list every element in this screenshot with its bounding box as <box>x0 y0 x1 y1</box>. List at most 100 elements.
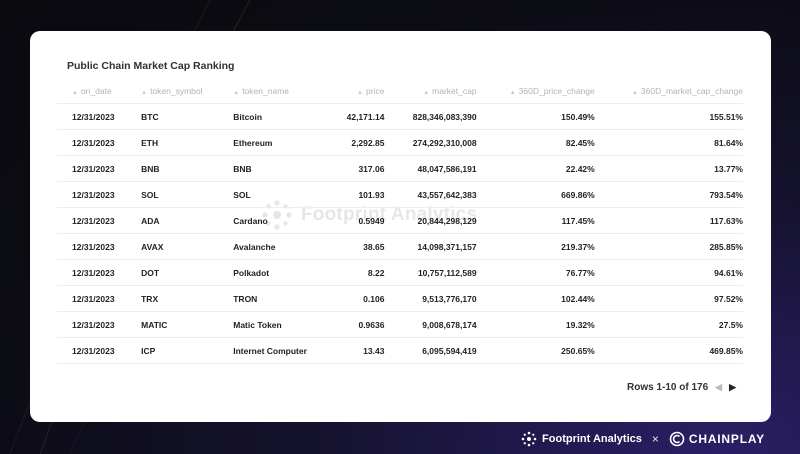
cell-price: 38.65 <box>307 233 385 260</box>
cell-market-cap: 43,557,642,383 <box>384 181 477 208</box>
table-row: 12/31/2023 SOL SOL 101.93 43,557,642,383… <box>57 181 743 208</box>
cell-token-name: Ethereum <box>233 129 308 156</box>
cell-on-date: 12/31/2023 <box>57 103 142 130</box>
cell-market-cap-change: 155.51% <box>594 103 743 130</box>
table-header-row: ▲ on_date ▲ token_symbol ▲ token_name ▲ pric… <box>57 78 743 104</box>
cell-market-cap: 6,095,594,419 <box>384 337 477 364</box>
cell-token-symbol: TRX <box>141 285 234 312</box>
cell-price-change: 102.44% <box>476 285 595 312</box>
cell-token-name: Cardano <box>233 207 308 234</box>
table-row: 12/31/2023 TRX TRON 0.106 9,513,776,170 … <box>57 285 743 312</box>
cell-token-symbol: BNB <box>141 155 234 182</box>
cell-on-date: 12/31/2023 <box>57 181 142 208</box>
cell-price: 0.9636 <box>307 311 385 338</box>
table-row: 12/31/2023 DOT Polkadot 8.22 10,757,112,… <box>57 259 743 286</box>
pagination: Rows 1-10 of 176 ◀ ▶ <box>627 382 736 393</box>
cell-price: 101.93 <box>307 181 385 208</box>
cell-token-symbol: BTC <box>141 103 234 130</box>
table-row: 12/31/2023 ICP Internet Computer 13.43 6… <box>57 337 743 364</box>
cell-market-cap-change: 469.85% <box>594 337 743 364</box>
column-header-360d-market-cap-change[interactable]: ▲ 360D_market_cap_change <box>595 78 743 104</box>
cell-on-date: 12/31/2023 <box>57 207 142 234</box>
table-row: 12/31/2023 ETH Ethereum 2,292.85 274,292… <box>57 129 743 156</box>
cell-token-name: BNB <box>233 155 308 182</box>
cell-price: 0.5949 <box>307 207 385 234</box>
cell-price: 42,171.14 <box>307 103 385 130</box>
cell-token-name: Bitcoin <box>233 103 308 130</box>
sort-icon: ▲ <box>72 89 78 96</box>
sort-icon: ▲ <box>423 89 430 96</box>
cell-market-cap: 10,757,112,589 <box>384 259 477 286</box>
cell-market-cap-change: 13.77% <box>594 155 743 182</box>
column-header-token-symbol[interactable]: ▲ token_symbol <box>141 78 233 104</box>
chainplay-brand-text: CHAINPLAY <box>688 432 765 446</box>
cell-token-symbol: ICP <box>141 337 234 364</box>
column-header-market-cap[interactable]: ▲ market_cap <box>384 78 476 104</box>
cell-on-date: 12/31/2023 <box>57 311 142 338</box>
footprint-brand: Footprint Analytics <box>520 430 642 448</box>
cell-token-name: Avalanche <box>233 233 308 260</box>
cell-market-cap-change: 97.52% <box>594 285 743 312</box>
card-title: Public Chain Market Cap Ranking <box>67 60 235 72</box>
column-header-price[interactable]: ▲ price <box>307 78 384 104</box>
cell-market-cap: 14,098,371,157 <box>384 233 477 260</box>
cell-price-change: 19.32% <box>476 311 595 338</box>
table-row: 12/31/2023 AVAX Avalanche 38.65 14,098,3… <box>57 233 743 260</box>
cell-price: 0.106 <box>307 285 385 312</box>
results-card: Public Chain Market Cap Ranking Footprin… <box>30 31 771 422</box>
table-row: 12/31/2023 BTC Bitcoin 42,171.14 828,346… <box>57 103 743 130</box>
cell-price-change: 669.86% <box>476 181 595 208</box>
footprint-logo-icon <box>521 431 537 447</box>
cell-market-cap-change: 94.61% <box>594 259 743 286</box>
column-header-on-date[interactable]: ▲ on_date <box>57 78 141 104</box>
cell-token-symbol: ETH <box>141 129 234 156</box>
results-table: ▲ on_date ▲ token_symbol ▲ token_name ▲ pric… <box>57 78 743 364</box>
cell-market-cap-change: 117.63% <box>594 207 743 234</box>
cell-market-cap: 20,844,298,129 <box>384 207 477 234</box>
column-header-token-name[interactable]: ▲ token_name <box>233 78 307 104</box>
column-header-360d-price-change[interactable]: ▲ 360D_price_change <box>477 78 595 104</box>
cell-token-symbol: AVAX <box>141 233 234 260</box>
cell-token-symbol: ADA <box>141 207 234 234</box>
cell-market-cap: 274,292,310,008 <box>384 129 477 156</box>
cell-price: 13.43 <box>307 337 385 364</box>
table-row: 12/31/2023 ADA Cardano 0.5949 20,844,298… <box>57 207 743 234</box>
sort-icon: ▲ <box>509 89 516 96</box>
footer-branding: Footprint Analytics × CHAINPLAY <box>520 430 765 448</box>
cell-on-date: 12/31/2023 <box>57 155 142 182</box>
cell-price: 317.06 <box>307 155 385 182</box>
cell-market-cap-change: 793.54% <box>594 181 743 208</box>
cell-on-date: 12/31/2023 <box>57 285 142 312</box>
cell-token-name: Matic Token <box>233 311 308 338</box>
cell-on-date: 12/31/2023 <box>57 233 142 260</box>
table-row: 12/31/2023 MATIC Matic Token 0.9636 9,00… <box>57 311 743 338</box>
chevron-left-icon[interactable]: ◀ <box>715 382 722 393</box>
cell-market-cap-change: 27.5% <box>594 311 743 338</box>
cell-market-cap-change: 285.85% <box>594 233 743 260</box>
cell-price-change: 82.45% <box>476 129 595 156</box>
cell-market-cap: 828,346,083,390 <box>384 103 477 130</box>
cell-token-symbol: DOT <box>141 259 234 286</box>
table-row: 12/31/2023 BNB BNB 317.06 48,047,586,191… <box>57 155 743 182</box>
sort-icon: ▲ <box>357 89 363 96</box>
cell-price-change: 219.37% <box>476 233 595 260</box>
cell-token-symbol: MATIC <box>141 311 234 338</box>
cell-token-name: TRON <box>233 285 308 312</box>
chevron-right-icon[interactable]: ▶ <box>729 382 736 393</box>
cell-token-name: Polkadot <box>233 259 308 286</box>
chainplay-brand: CHAINPLAY <box>669 431 765 447</box>
cell-market-cap-change: 81.64% <box>594 129 743 156</box>
cell-token-name: Internet Computer <box>233 337 308 364</box>
cell-market-cap: 9,513,776,170 <box>384 285 477 312</box>
sort-icon: ▲ <box>141 89 148 96</box>
cell-market-cap: 9,008,678,174 <box>384 311 477 338</box>
cell-price-change: 250.65% <box>476 337 595 364</box>
cell-price-change: 117.45% <box>476 207 595 234</box>
cell-token-name: SOL <box>233 181 308 208</box>
cell-price-change: 22.42% <box>476 155 595 182</box>
sort-icon: ▲ <box>233 89 240 96</box>
cell-price: 2,292.85 <box>307 129 385 156</box>
chainplay-logo-icon <box>669 431 685 447</box>
cell-price-change: 76.77% <box>476 259 595 286</box>
footprint-brand-text: Footprint Analytics <box>542 433 642 445</box>
